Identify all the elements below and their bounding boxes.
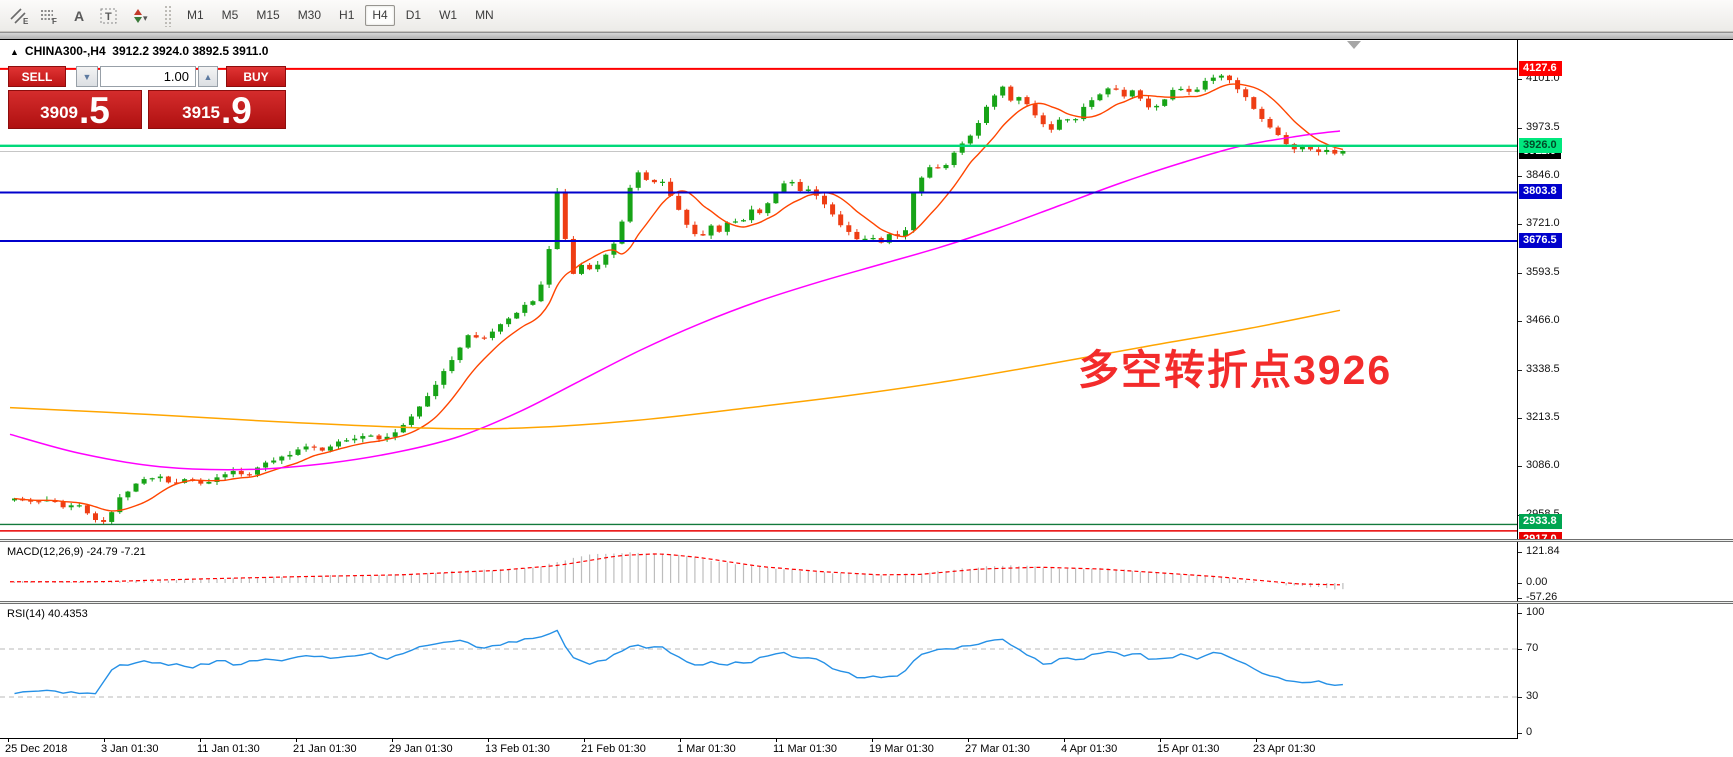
macd-indicator-pane[interactable]: MACD(12,26,9) -24.79 -7.21 (0, 542, 1517, 601)
rsi-axis[interactable]: 100 70 30 0 (1517, 604, 1733, 738)
timeframe-button-w1[interactable]: W1 (432, 5, 464, 26)
one-click-trading-panel: SELL ▼ ▲ BUY 3909.5 3915.9 (8, 66, 288, 130)
axis-tick-label: 3213.5 (1526, 411, 1560, 423)
svg-text:A: A (74, 8, 84, 24)
date-label: 27 Mar 01:30 (965, 743, 1030, 755)
buy-price-display[interactable]: 3915.9 (148, 90, 286, 129)
price-level-label: 3926.0 (1519, 138, 1562, 153)
timeframe-button-d1[interactable]: D1 (399, 5, 428, 26)
date-label: 4 Apr 01:30 (1061, 743, 1117, 755)
collapse-panel-icon[interactable]: ▲ (10, 47, 19, 57)
axis-tick-label: 3338.5 (1526, 363, 1560, 375)
timeframe-button-m1[interactable]: M1 (180, 5, 211, 26)
svg-text:T: T (105, 11, 112, 23)
rsi-indicator-pane[interactable]: RSI(14) 40.4353 (0, 604, 1517, 738)
axis-tick-label: 121.84 (1526, 545, 1560, 557)
line-studies-toolbar: E F A T ▾ (4, 4, 154, 28)
timeframe-button-m15[interactable]: M15 (249, 5, 286, 26)
rsi-label: RSI(14) 40.4353 (7, 608, 88, 620)
svg-text:F: F (52, 17, 57, 26)
fibonacci-retracement-icon[interactable]: F (36, 4, 62, 28)
date-label: 11 Jan 01:30 (197, 743, 260, 755)
chart-title: ▲ CHINA300-,H4 3912.2 3924.0 3892.5 3911.… (10, 44, 268, 58)
axis-tick-label: 0 (1526, 726, 1532, 738)
axis-tick-label: 3593.5 (1526, 266, 1560, 278)
macd-chart (0, 542, 1517, 601)
timeframe-button-mn[interactable]: MN (468, 5, 501, 26)
buy-button[interactable]: BUY (226, 66, 286, 87)
sell-price-int: 3909 (40, 104, 78, 121)
date-label: 11 Mar 01:30 (773, 743, 837, 755)
date-label: 19 Mar 01:30 (869, 743, 934, 755)
axis-tick-label: 3721.0 (1526, 217, 1560, 229)
axis-tick-label: 70 (1526, 642, 1538, 654)
svg-text:▾: ▾ (143, 13, 148, 23)
buy-price-int: 3915 (182, 104, 220, 121)
axis-tick-label: 3466.0 (1526, 314, 1560, 326)
macd-label: MACD(12,26,9) -24.79 -7.21 (7, 546, 146, 558)
ohlc-values: 3912.2 3924.0 3892.5 3911.0 (112, 44, 268, 58)
volume-increment-button[interactable]: ▲ (198, 66, 218, 87)
top-toolbar: E F A T ▾ M1M5M15M30H1H4D1W1MN (0, 0, 1733, 32)
axis-tick-label: 3846.0 (1526, 169, 1560, 181)
date-label: 13 Feb 01:30 (485, 743, 550, 755)
macd-axis[interactable]: 121.84 0.00 -57.26 (1517, 542, 1733, 601)
volume-input[interactable] (100, 66, 196, 87)
text-box-icon[interactable]: T (96, 4, 122, 28)
date-label: 21 Feb 01:30 (581, 743, 646, 755)
price-axis[interactable]: 4101.03973.53846.03721.03593.53466.03338… (1517, 40, 1733, 539)
timeframe-button-m5[interactable]: M5 (215, 5, 246, 26)
toolbar-drag-handle[interactable] (164, 5, 172, 27)
main-chart-pane[interactable]: ▲ CHINA300-,H4 3912.2 3924.0 3892.5 3911.… (0, 40, 1517, 539)
timeframe-button-h4[interactable]: H4 (365, 5, 394, 26)
price-level-label: 3803.8 (1519, 184, 1562, 199)
axis-tick-label: 3973.5 (1526, 121, 1560, 133)
equidistant-channel-icon[interactable]: E (6, 4, 32, 28)
sell-price-frac: .5 (79, 96, 110, 126)
axis-tick-label: 100 (1526, 606, 1544, 618)
date-label: 25 Dec 2018 (5, 743, 67, 755)
date-label: 21 Jan 01:30 (293, 743, 357, 755)
buy-price-frac: .9 (221, 96, 252, 126)
date-label: 1 Mar 01:30 (677, 743, 736, 755)
price-level-label: 2917.0 (1519, 532, 1562, 539)
timeframe-button-h1[interactable]: H1 (332, 5, 361, 26)
rsi-chart (0, 604, 1517, 738)
chart-annotation-text: 多空转折点3926 (1078, 336, 1392, 396)
axis-tick-label: 30 (1526, 690, 1538, 702)
symbol-period-label: CHINA300-,H4 (25, 44, 106, 58)
date-label: 23 Apr 01:30 (1253, 743, 1315, 755)
price-level-label: 2933.8 (1519, 514, 1562, 529)
time-axis[interactable]: 25 Dec 2018 3 Jan 01:30 11 Jan 01:30 21 Jan… (0, 739, 1733, 757)
date-label: 29 Jan 01:30 (389, 743, 453, 755)
axis-tick-label: 0.00 (1526, 576, 1547, 588)
timeframe-button-m30[interactable]: M30 (291, 5, 328, 26)
arrow-tools-icon[interactable]: ▾ (126, 4, 152, 28)
axis-tick-label: 3086.0 (1526, 459, 1560, 471)
timeframes-toolbar: M1M5M15M30H1H4D1W1MN (178, 5, 503, 26)
sell-price-display[interactable]: 3909.5 (8, 90, 142, 129)
svg-text:E: E (23, 17, 29, 26)
volume-decrement-button[interactable]: ▼ (76, 66, 98, 87)
sell-button[interactable]: SELL (8, 66, 66, 87)
text-label-icon[interactable]: A (66, 4, 92, 28)
date-label: 15 Apr 01:30 (1157, 743, 1219, 755)
date-label: 3 Jan 01:30 (101, 743, 159, 755)
axis-tick-label: -57.26 (1526, 591, 1557, 601)
price-level-label: 4127.6 (1519, 61, 1562, 76)
chart-shift-marker-icon[interactable] (1347, 41, 1361, 49)
price-level-label: 3676.5 (1519, 233, 1562, 248)
